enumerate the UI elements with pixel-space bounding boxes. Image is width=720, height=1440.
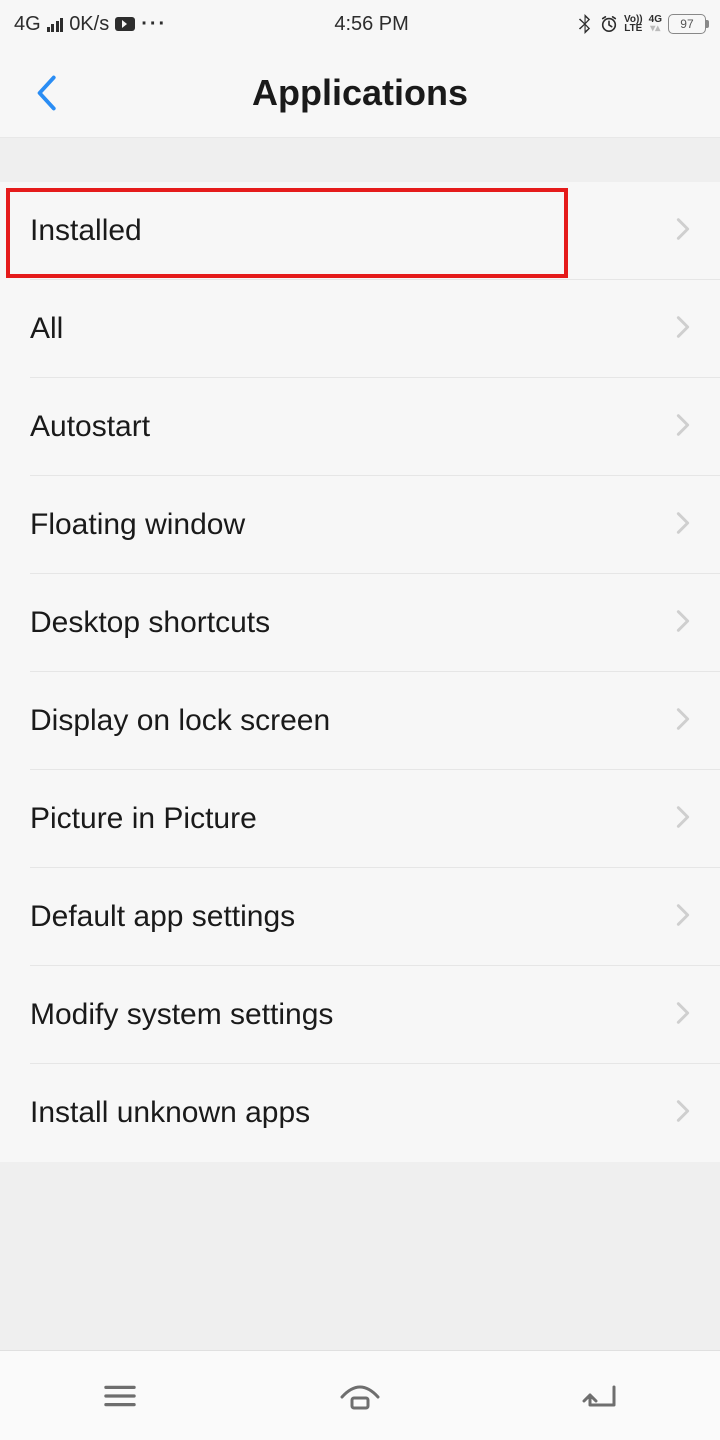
page-title: Applications <box>252 72 468 114</box>
list-item-modify-system-settings[interactable]: Modify system settings <box>0 966 720 1064</box>
status-time: 4:56 PM <box>334 13 408 36</box>
applications-list: Installed All Autostart Floating window … <box>0 182 720 1162</box>
chevron-left-icon <box>35 75 57 111</box>
bluetooth-icon <box>576 15 594 33</box>
list-item-label: Install unknown apps <box>30 1096 310 1130</box>
list-item-label: Desktop shortcuts <box>30 606 270 640</box>
back-icon <box>580 1381 620 1411</box>
video-app-icon <box>115 17 135 31</box>
menu-icon <box>103 1383 137 1409</box>
status-bar: 4G 0K/s ··· 4:56 PM Vo))LTE 4G▾▴ 97 <box>0 0 720 48</box>
chevron-right-icon <box>676 805 690 834</box>
chevron-right-icon <box>676 511 690 540</box>
list-item-label: Modify system settings <box>30 998 333 1032</box>
list-item-label: Picture in Picture <box>30 802 257 836</box>
list-item-autostart[interactable]: Autostart <box>0 378 720 476</box>
alarm-icon <box>600 15 618 33</box>
status-right: Vo))LTE 4G▾▴ 97 <box>576 14 706 34</box>
system-navbar <box>0 1350 720 1440</box>
list-item-display-on-lock-screen[interactable]: Display on lock screen <box>0 672 720 770</box>
list-item-label: All <box>30 312 63 346</box>
chevron-right-icon <box>676 217 690 246</box>
list-item-label: Display on lock screen <box>30 704 330 738</box>
list-item-label: Installed <box>30 214 142 248</box>
recents-button[interactable] <box>90 1376 150 1416</box>
list-item-floating-window[interactable]: Floating window <box>0 476 720 574</box>
list-item-all[interactable]: All <box>0 280 720 378</box>
chevron-right-icon <box>676 315 690 344</box>
network-type-label: 4G <box>14 13 41 36</box>
status-left: 4G 0K/s ··· <box>14 13 167 36</box>
chevron-right-icon <box>676 903 690 932</box>
home-button[interactable] <box>330 1376 390 1416</box>
chevron-right-icon <box>676 1001 690 1030</box>
signal-icon <box>47 16 64 32</box>
back-nav-button[interactable] <box>570 1376 630 1416</box>
network-4g-icon: 4G▾▴ <box>649 15 662 33</box>
volte-icon: Vo))LTE <box>624 15 643 33</box>
battery-icon: 97 <box>668 14 706 34</box>
section-gap <box>0 138 720 182</box>
page-header: Applications <box>0 48 720 138</box>
list-item-install-unknown-apps[interactable]: Install unknown apps <box>0 1064 720 1162</box>
list-item-installed[interactable]: Installed <box>0 182 720 280</box>
list-item-label: Autostart <box>30 410 150 444</box>
back-button[interactable] <box>26 73 66 113</box>
list-item-desktop-shortcuts[interactable]: Desktop shortcuts <box>0 574 720 672</box>
home-icon <box>338 1381 382 1411</box>
chevron-right-icon <box>676 1099 690 1128</box>
list-item-label: Floating window <box>30 508 245 542</box>
chevron-right-icon <box>676 609 690 638</box>
list-item-default-app-settings[interactable]: Default app settings <box>0 868 720 966</box>
chevron-right-icon <box>676 707 690 736</box>
network-speed-label: 0K/s <box>69 13 109 36</box>
chevron-right-icon <box>676 413 690 442</box>
more-icon: ··· <box>141 13 167 36</box>
list-item-picture-in-picture[interactable]: Picture in Picture <box>0 770 720 868</box>
list-item-label: Default app settings <box>30 900 295 934</box>
